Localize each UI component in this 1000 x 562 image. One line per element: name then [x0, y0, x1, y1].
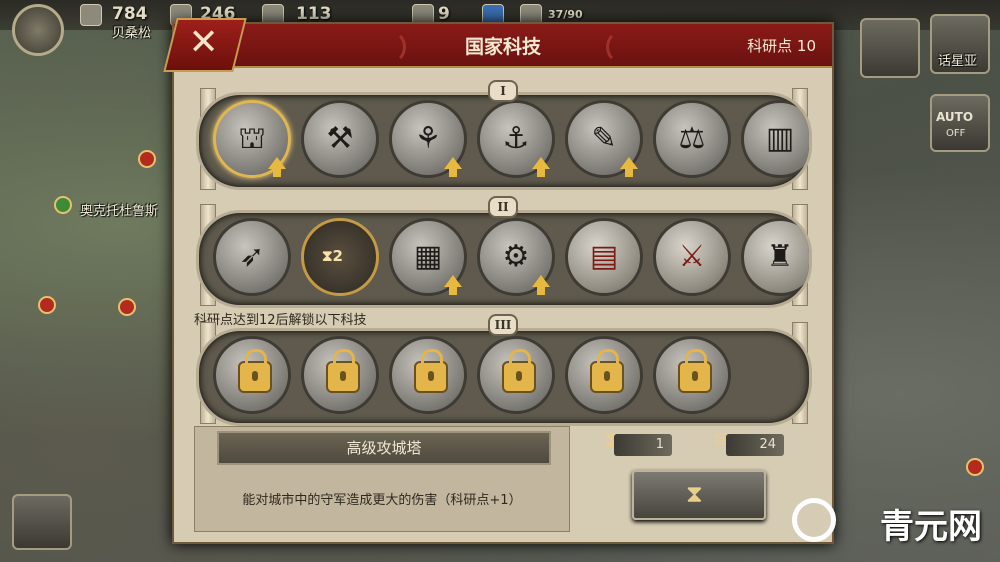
research-points: 科研点 10 — [747, 37, 816, 55]
lock-icon — [414, 349, 448, 393]
map-city-label[interactable]: 贝桑松 — [112, 22, 151, 41]
population-value: 37/90 — [548, 8, 583, 21]
tech-node-hammer-gear[interactable]: ⚙ — [477, 218, 555, 296]
upgrade-arrow-icon — [444, 275, 462, 295]
wall-gate-icon: ▥ — [765, 121, 795, 156]
eagle-standard-icon: ♜ — [766, 239, 794, 274]
research-button[interactable]: ⧗ — [632, 470, 766, 520]
ballista-icon: ➶ — [239, 239, 265, 274]
upgrade-arrow-icon — [268, 157, 286, 177]
watermark-logo-icon — [792, 498, 836, 542]
map-city-label: 话星亚 — [938, 54, 978, 69]
city-marker[interactable] — [138, 150, 156, 168]
tech-node-scales[interactable]: ⚖ — [653, 100, 731, 178]
tech-detail-title: 高级攻城塔 — [217, 431, 551, 465]
resource-value-4: 9 — [438, 4, 450, 24]
lock-icon — [326, 349, 360, 393]
tech-node-scroll[interactable]: ✎ — [565, 100, 643, 178]
hourglass-gear-icon: ⧗2 — [322, 247, 343, 265]
tech-node-wheat[interactable]: ⚘ — [389, 100, 467, 178]
chainmail-icon: ▤ — [589, 239, 619, 274]
tech-tier-2: ➶ ⧗2 ▦ ⚙ ▤ ⚔ ♜ — [196, 210, 812, 308]
scroll-menu-button[interactable] — [12, 494, 72, 550]
auto-label: AUTO — [936, 110, 974, 124]
tech-node-locked[interactable] — [301, 336, 379, 414]
unlock-notice: 科研点达到12后解锁以下科技 — [194, 313, 367, 328]
close-icon: ✕ — [188, 22, 219, 63]
upgrade-arrow-icon — [444, 157, 462, 177]
tech-node-fasces[interactable]: ⚔ — [653, 218, 731, 296]
tech-node-brick-wall[interactable]: ▦ — [389, 218, 467, 296]
tech-node-locked[interactable] — [389, 336, 467, 414]
tech-node-eagle-standard[interactable]: ♜ — [741, 218, 809, 296]
close-button[interactable]: ✕ — [163, 18, 247, 72]
lock-icon — [502, 349, 536, 393]
tier-numeral: II — [488, 196, 518, 218]
workshop-icon: ⚒ — [326, 121, 354, 156]
lock-icon — [678, 349, 712, 393]
city-marker[interactable] — [966, 458, 984, 476]
brick-wall-icon: ▦ — [413, 239, 443, 274]
city-marker[interactable] — [38, 296, 56, 314]
dialog-title: 国家科技 — [464, 36, 541, 58]
wheat-icon: ⚘ — [414, 121, 442, 156]
tech-node-chainmail[interactable]: ▤ — [565, 218, 643, 296]
hourglass-icon: ⧗ — [686, 480, 703, 508]
tech-node-locked[interactable] — [477, 336, 555, 414]
tech-node-hourglass-gear[interactable]: ⧗2 — [301, 218, 379, 296]
tech-tier-3 — [196, 328, 812, 426]
tech-node-siege-tower[interactable]: ⛫ — [213, 100, 291, 178]
off-label: OFF — [946, 128, 966, 139]
resource-value-1: 784 — [112, 4, 148, 24]
map-city-label[interactable]: 奥克托杜鲁斯 — [80, 200, 158, 219]
city-marker[interactable] — [118, 298, 136, 316]
scroll-cost: 24 — [726, 434, 784, 456]
tier-numeral: I — [488, 80, 518, 102]
tech-node-locked[interactable] — [653, 336, 731, 414]
tech-node-locked[interactable] — [213, 336, 291, 414]
hammer-gear-icon: ⚙ — [502, 239, 530, 274]
auto-battle-button[interactable]: AUTO OFF — [930, 94, 990, 152]
dialog-titlebar: 国家科技 科研点 10 — [174, 24, 832, 68]
siege-tower-icon: ⛫ — [238, 121, 266, 156]
diplomacy-button[interactable] — [860, 18, 920, 78]
upgrade-arrow-icon — [532, 275, 550, 295]
grappling-hook-icon: ⚓ — [502, 121, 530, 156]
resource-icon-1 — [80, 4, 102, 26]
resource-value-3: 113 — [296, 4, 332, 24]
compass-button[interactable] — [12, 4, 64, 56]
scroll-icon: ✎ — [591, 121, 617, 156]
tech-tier-1: ⛫ ⚒ ⚘ ⚓ ✎ ⚖ ▥ — [196, 92, 812, 190]
tech-node-grappling-hook[interactable]: ⚓ — [477, 100, 555, 178]
fasces-icon: ⚔ — [678, 239, 706, 274]
upgrade-arrow-icon — [532, 157, 550, 177]
tech-node-wall-gate[interactable]: ▥ — [741, 100, 809, 178]
watermark: 青元网 — [880, 507, 982, 547]
tech-node-locked[interactable] — [565, 336, 643, 414]
tech-node-workshop[interactable]: ⚒ — [301, 100, 379, 178]
upgrade-arrow-icon — [620, 157, 638, 177]
tech-detail-description: 能对城市中的守军造成更大的伤害（科研点+1） — [242, 493, 522, 508]
scales-icon: ⚖ — [678, 121, 706, 156]
lock-icon — [590, 349, 624, 393]
lock-icon — [238, 349, 272, 393]
city-marker[interactable] — [54, 196, 72, 214]
tech-node-ballista[interactable]: ➶ — [213, 218, 291, 296]
national-tech-dialog: 国家科技 科研点 10 ✕ ⛫ ⚒ ⚘ ⚓ ✎ ⚖ ▥ I ➶ ⧗2 ▦ ⚙ ▤… — [163, 18, 834, 544]
time-cost: 1 — [614, 434, 672, 456]
tier-numeral: III — [488, 314, 518, 336]
tech-detail-panel: 高级攻城塔 能对城市中的守军造成更大的伤害（科研点+1） — [194, 426, 570, 532]
